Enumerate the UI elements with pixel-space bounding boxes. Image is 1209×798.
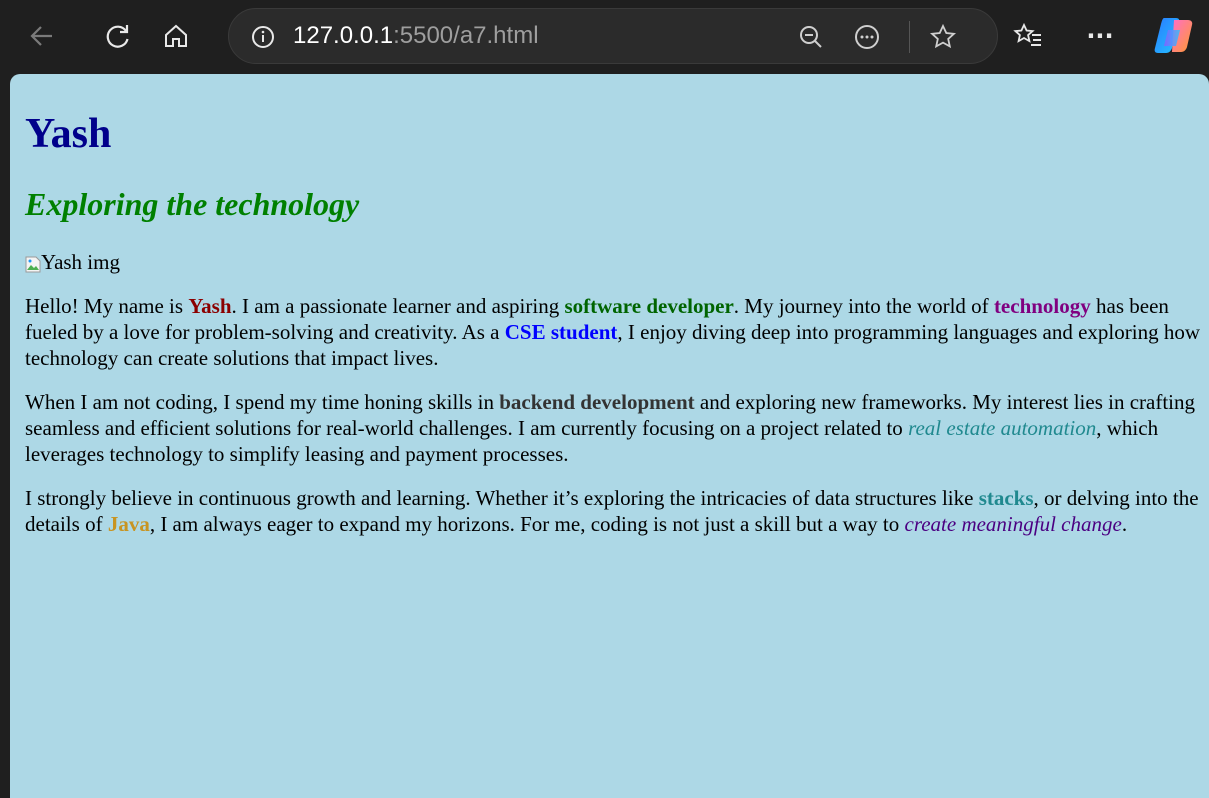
profile-image: Yash img <box>25 249 1205 275</box>
technology-highlight: technology <box>993 294 1091 318</box>
name-highlight: Yash <box>188 294 232 318</box>
interests-paragraph: When I am not coding, I spend my time ho… <box>25 390 1196 466</box>
page-content: Yash Exploring the technology Yash img H… <box>10 74 1205 537</box>
broken-image-icon <box>25 253 41 273</box>
refresh-icon[interactable] <box>98 14 138 58</box>
more-page-icon[interactable] <box>849 19 885 55</box>
copilot-icon[interactable] <box>1150 12 1198 60</box>
home-icon[interactable] <box>156 14 196 58</box>
address-bar[interactable]: 127.0.0.1:5500/a7.html <box>228 8 998 64</box>
page-heading: Yash <box>25 111 112 157</box>
back-icon[interactable] <box>22 14 62 58</box>
cse-highlight: CSE student <box>504 320 618 344</box>
page-subheading: Exploring the technology <box>25 186 360 222</box>
backend-highlight: backend development <box>499 390 695 414</box>
menu-icon[interactable]: ··· <box>1080 14 1120 58</box>
info-icon[interactable] <box>245 19 281 55</box>
growth-paragraph: I strongly believe in continuous growth … <box>25 486 1199 536</box>
browser-toolbar: 127.0.0.1:5500/a7.html ··· <box>0 0 1209 74</box>
project-highlight: real estate automation <box>908 416 1097 440</box>
image-alt-text: Yash img <box>41 250 120 274</box>
page-viewport: Yash Exploring the technology Yash img H… <box>10 74 1209 798</box>
zoom-out-icon[interactable] <box>793 19 829 55</box>
favorite-icon[interactable] <box>925 19 961 55</box>
change-highlight: create meaningful change <box>904 512 1122 536</box>
java-highlight: Java <box>107 512 150 536</box>
stacks-highlight: stacks <box>978 486 1034 510</box>
intro-paragraph: Hello! My name is Yash. I am a passionat… <box>25 294 1201 370</box>
address-divider <box>909 21 910 53</box>
role-highlight: software developer <box>564 294 734 318</box>
favorites-list-icon[interactable] <box>1008 14 1048 58</box>
url-text: 127.0.0.1:5500/a7.html <box>293 22 539 49</box>
